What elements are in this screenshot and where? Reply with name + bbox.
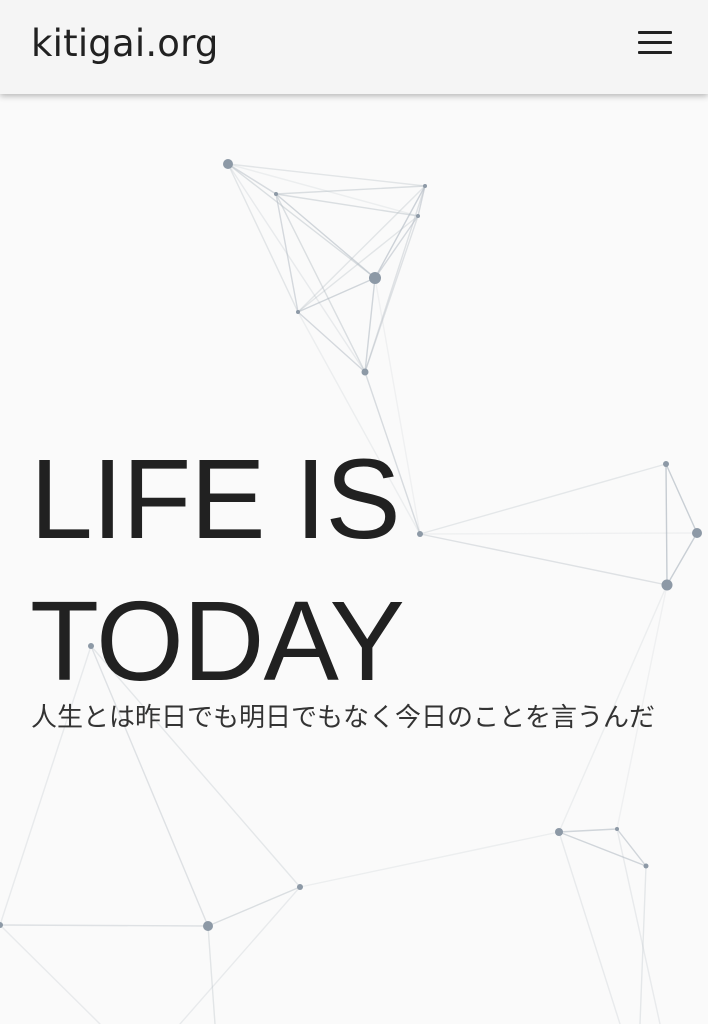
hero-section: LIFE IS TODAY 人生とは昨日でも明日でもなく今日のことを言うんだ — [30, 428, 690, 733]
network-line — [558, 831, 621, 1024]
network-node — [416, 214, 420, 218]
site-title-link[interactable]: kitigai.org — [31, 20, 219, 68]
network-line — [0, 924, 209, 927]
network-node — [615, 827, 619, 831]
network-node — [369, 272, 381, 284]
network-node — [203, 921, 213, 931]
network-line — [207, 886, 301, 927]
network-node — [297, 884, 303, 890]
network-line — [275, 193, 299, 313]
hero-subtitle: 人生とは昨日でも明日でもなく今日のことを言うんだ — [31, 703, 656, 733]
network-line — [227, 163, 376, 279]
network-node — [274, 192, 278, 196]
network-node — [643, 863, 649, 869]
network-line — [374, 215, 419, 279]
hero-title-line-1: LIFE IS — [30, 436, 401, 562]
network-line — [297, 277, 376, 313]
network-line — [297, 185, 426, 313]
network-node — [223, 159, 233, 169]
network-line — [179, 886, 301, 1024]
network-line — [558, 828, 618, 833]
menu-button[interactable] — [626, 20, 682, 66]
network-line — [275, 185, 426, 195]
page: kitigai.org LIFE IS TODAY 人生とは昨日でも明日でもなく… — [0, 0, 708, 1024]
hero-title-line-2: TODAY — [30, 578, 405, 704]
network-node — [692, 528, 702, 538]
network-line — [616, 828, 661, 1024]
network-node — [361, 368, 369, 376]
network-node — [555, 828, 563, 836]
network-node — [423, 184, 427, 188]
network-line — [207, 925, 216, 1024]
network-line — [299, 831, 560, 888]
network-line — [275, 193, 366, 373]
network-node — [296, 310, 300, 314]
hamburger-menu-icon — [638, 31, 672, 55]
top-app-bar: kitigai.org — [0, 0, 708, 94]
network-line — [0, 924, 101, 1024]
hero-title: LIFE IS TODAY — [30, 428, 690, 712]
